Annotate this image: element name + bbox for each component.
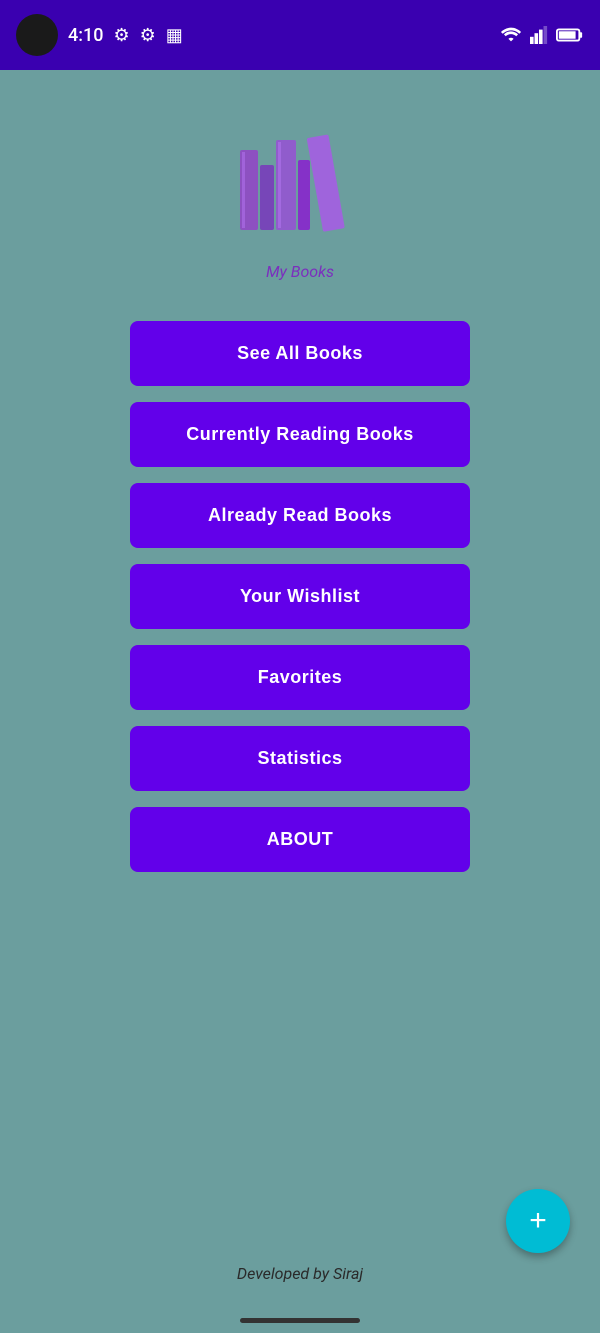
see-all-books-button[interactable]: See All Books bbox=[130, 321, 470, 386]
plus-icon: + bbox=[529, 1204, 547, 1238]
main-content: My Books See All Books Currently Reading… bbox=[0, 70, 600, 908]
wifi-icon bbox=[500, 26, 522, 44]
already-read-button[interactable]: Already Read Books bbox=[130, 483, 470, 548]
signal-icon bbox=[530, 26, 548, 44]
bottom-nav-indicator bbox=[240, 1318, 360, 1323]
status-time: 4:10 bbox=[68, 25, 103, 46]
battery-icon bbox=[556, 27, 584, 43]
app-logo bbox=[220, 110, 380, 250]
sim-icon: ▦ bbox=[166, 25, 183, 46]
currently-reading-button[interactable]: Currently Reading Books bbox=[130, 402, 470, 467]
favorites-button[interactable]: Favorites bbox=[130, 645, 470, 710]
about-button[interactable]: ABOUT bbox=[130, 807, 470, 872]
status-bar: 4:10 ⚙ ⚙ ▦ bbox=[0, 0, 600, 70]
wishlist-button[interactable]: Your Wishlist bbox=[130, 564, 470, 629]
settings-icon-1: ⚙ bbox=[113, 25, 129, 46]
status-bar-left: 4:10 ⚙ ⚙ ▦ bbox=[16, 14, 183, 56]
fab-add-button[interactable]: + bbox=[506, 1189, 570, 1253]
camera-icon bbox=[16, 14, 58, 56]
footer-credit: Developed by Siraj bbox=[237, 1264, 363, 1283]
logo-area: My Books bbox=[220, 110, 380, 281]
footer: Developed by Siraj bbox=[0, 1264, 600, 1283]
status-bar-right bbox=[500, 26, 584, 44]
statistics-button[interactable]: Statistics bbox=[130, 726, 470, 791]
logo-text: My Books bbox=[220, 262, 380, 281]
settings-icon-2: ⚙ bbox=[140, 25, 156, 46]
